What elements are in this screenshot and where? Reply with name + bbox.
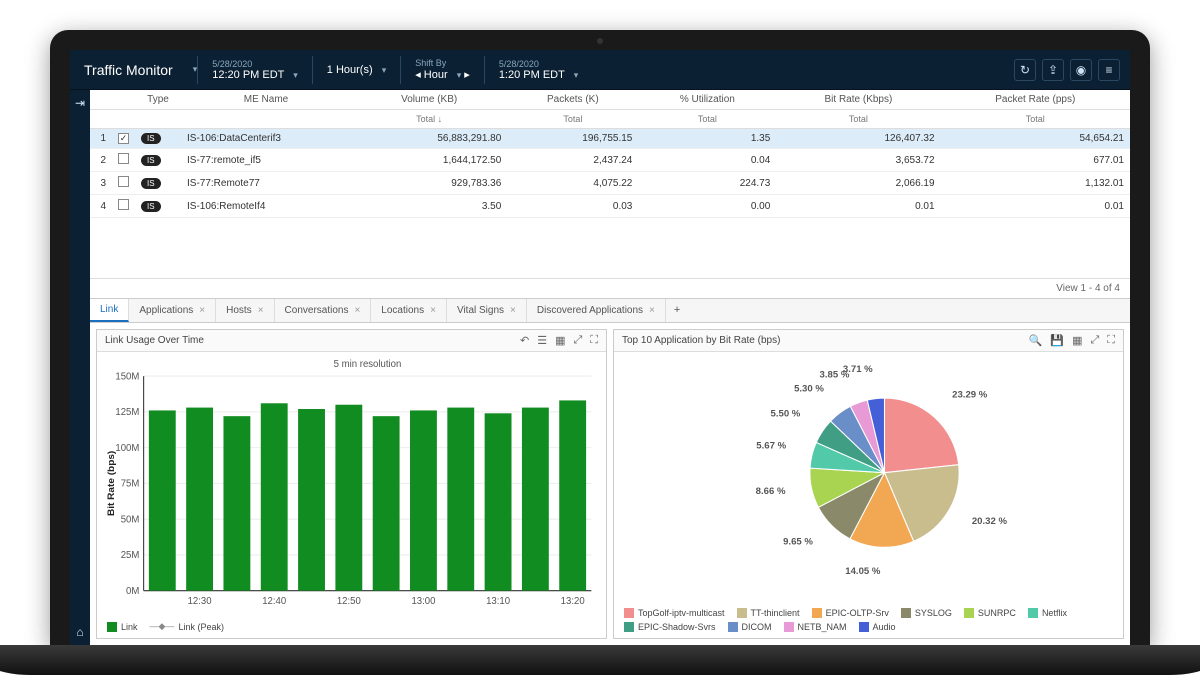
refresh-icon[interactable]: ↻ <box>1014 59 1036 81</box>
bar-legend: Link —◆—Link (Peak) <box>97 617 606 638</box>
legend-item: DICOM <box>728 622 772 632</box>
dock-icon[interactable]: ⇥ <box>75 96 85 110</box>
svg-text:3.71 %: 3.71 % <box>843 364 873 375</box>
grid2-icon[interactable]: ▦ <box>1072 334 1082 347</box>
grid-icon[interactable]: ▦ <box>555 334 565 347</box>
tab-locations[interactable]: Locations× <box>371 299 447 322</box>
popout-icon[interactable]: ⤢ <box>573 334 582 347</box>
export-icon[interactable]: ⇪ <box>1042 59 1064 81</box>
svg-text:150M: 150M <box>115 371 139 382</box>
svg-text:12:30: 12:30 <box>188 596 212 607</box>
svg-text:125M: 125M <box>115 407 139 418</box>
pie-chart-panel: Top 10 Application by Bit Rate (bps) 🔍 💾… <box>613 329 1124 639</box>
close-icon[interactable]: × <box>258 305 264 316</box>
svg-text:8.66 %: 8.66 % <box>756 486 786 497</box>
legend-item: NETB_NAM <box>784 622 847 632</box>
checkbox[interactable] <box>118 153 129 164</box>
list-icon[interactable]: ☰ <box>537 334 547 347</box>
legend-item: SUNRPC <box>964 608 1016 618</box>
time-end[interactable]: 5/28/2020 1:20 PM EDT ▾ <box>485 55 592 85</box>
legend-item: —◆—Link (Peak) <box>150 621 224 632</box>
bar-chart-panel: Link Usage Over Time ↶ ☰ ▦ ⤢ ⛶ 5 min res… <box>96 329 607 639</box>
svg-text:Bit Rate (bps): Bit Rate (bps) <box>106 451 117 516</box>
table-footer: View 1 - 4 of 4 <box>90 278 1130 298</box>
type-badge: IS <box>141 155 161 166</box>
svg-text:9.65 %: 9.65 % <box>783 536 813 547</box>
table-row[interactable]: 2 IS IS-77:remote_if5 1,644,172.502,437.… <box>90 149 1130 172</box>
table-row[interactable]: 4 IS IS-106:RemoteIf4 3.500.030.00 0.010… <box>90 195 1130 218</box>
legend-item: TT-thinclient <box>737 608 800 618</box>
svg-text:5.67 %: 5.67 % <box>756 441 786 452</box>
svg-text:20.32 %: 20.32 % <box>972 516 1008 527</box>
tab-discovered-applications[interactable]: Discovered Applications× <box>527 299 666 322</box>
close-icon[interactable]: × <box>649 305 655 316</box>
svg-text:14.05 %: 14.05 % <box>845 566 881 577</box>
svg-text:75M: 75M <box>121 479 140 490</box>
tab-vital-signs[interactable]: Vital Signs× <box>447 299 527 322</box>
svg-text:13:00: 13:00 <box>411 596 435 607</box>
type-badge: IS <box>141 133 161 144</box>
expand-icon[interactable]: ⛶ <box>590 334 598 347</box>
checkbox[interactable] <box>118 199 129 210</box>
svg-text:12:40: 12:40 <box>262 596 286 607</box>
svg-text:0M: 0M <box>126 586 139 597</box>
close-icon[interactable]: × <box>430 305 436 316</box>
type-badge: IS <box>141 178 161 189</box>
svg-text:50M: 50M <box>121 514 140 525</box>
home-icon[interactable]: ⌂ <box>76 625 83 639</box>
panel-title: Top 10 Application by Bit Rate (bps) <box>622 335 780 346</box>
legend-item: Link <box>107 621 138 632</box>
save-icon[interactable]: 💾 <box>1050 334 1064 347</box>
popout-icon[interactable]: ⤢ <box>1090 334 1099 347</box>
shift-by[interactable]: Shift By ◂ Hour ▾ ▸ <box>401 54 484 85</box>
legend-item: EPIC-Shadow-Svrs <box>624 622 716 632</box>
legend-item: Netflix <box>1028 608 1067 618</box>
checkbox[interactable] <box>118 133 129 144</box>
menu-icon[interactable]: ≡ <box>1098 59 1120 81</box>
tabs-bar: LinkApplications×Hosts×Conversations×Loc… <box>90 298 1130 323</box>
legend-item: SYSLOG <box>901 608 952 618</box>
tab-applications[interactable]: Applications× <box>129 299 216 322</box>
close-icon[interactable]: × <box>354 305 360 316</box>
tab-link[interactable]: Link <box>90 299 129 322</box>
svg-text:5.50 %: 5.50 % <box>771 408 801 419</box>
svg-text:25M: 25M <box>121 550 140 561</box>
tab-conversations[interactable]: Conversations× <box>275 299 372 322</box>
svg-text:23.29 %: 23.29 % <box>952 389 988 400</box>
undo-icon[interactable]: ↶ <box>520 334 529 347</box>
legend-item: Audio <box>859 622 896 632</box>
duration-selector[interactable]: 1 Hour(s) ▾ <box>313 60 400 80</box>
view-icon[interactable]: ◉ <box>1070 59 1092 81</box>
tab-hosts[interactable]: Hosts× <box>216 299 274 322</box>
pie-legend: TopGolf-iptv-multicast TT-thinclient EPIC-… <box>614 604 1123 638</box>
svg-text:5 min resolution: 5 min resolution <box>334 359 402 370</box>
table-row[interactable]: 1 IS IS-106:DataCenterif3 56,883,291.801… <box>90 129 1130 149</box>
legend-item: TopGolf-iptv-multicast <box>624 608 725 618</box>
expand-icon[interactable]: ⛶ <box>1107 334 1115 347</box>
svg-text:100M: 100M <box>115 443 139 454</box>
legend-item: EPIC-OLTP-Srv <box>812 608 889 618</box>
traffic-table: Type ME Name Volume (KB) Packets (K) % U… <box>90 90 1130 218</box>
screen: Traffic Monitor ▾ 5/28/2020 12:20 PM EDT… <box>70 50 1130 645</box>
page-title: Traffic Monitor <box>70 62 187 78</box>
time-start[interactable]: 5/28/2020 12:20 PM EDT ▾ <box>198 55 312 85</box>
header-bar: Traffic Monitor ▾ 5/28/2020 12:20 PM EDT… <box>70 50 1130 90</box>
type-badge: IS <box>141 201 161 212</box>
add-tab-button[interactable]: + <box>666 299 688 322</box>
panel-title: Link Usage Over Time <box>105 335 204 346</box>
close-icon[interactable]: × <box>510 305 516 316</box>
checkbox[interactable] <box>118 176 129 187</box>
sidebar: ⇥ ⌂ <box>70 90 90 645</box>
close-icon[interactable]: × <box>199 305 205 316</box>
svg-text:12:50: 12:50 <box>337 596 361 607</box>
search-icon[interactable]: 🔍 <box>1029 334 1043 347</box>
svg-text:13:10: 13:10 <box>486 596 510 607</box>
svg-text:5.30 %: 5.30 % <box>794 384 824 395</box>
svg-text:13:20: 13:20 <box>561 596 585 607</box>
table-row[interactable]: 3 IS IS-77:Remote77 929,783.364,075.2222… <box>90 172 1130 195</box>
